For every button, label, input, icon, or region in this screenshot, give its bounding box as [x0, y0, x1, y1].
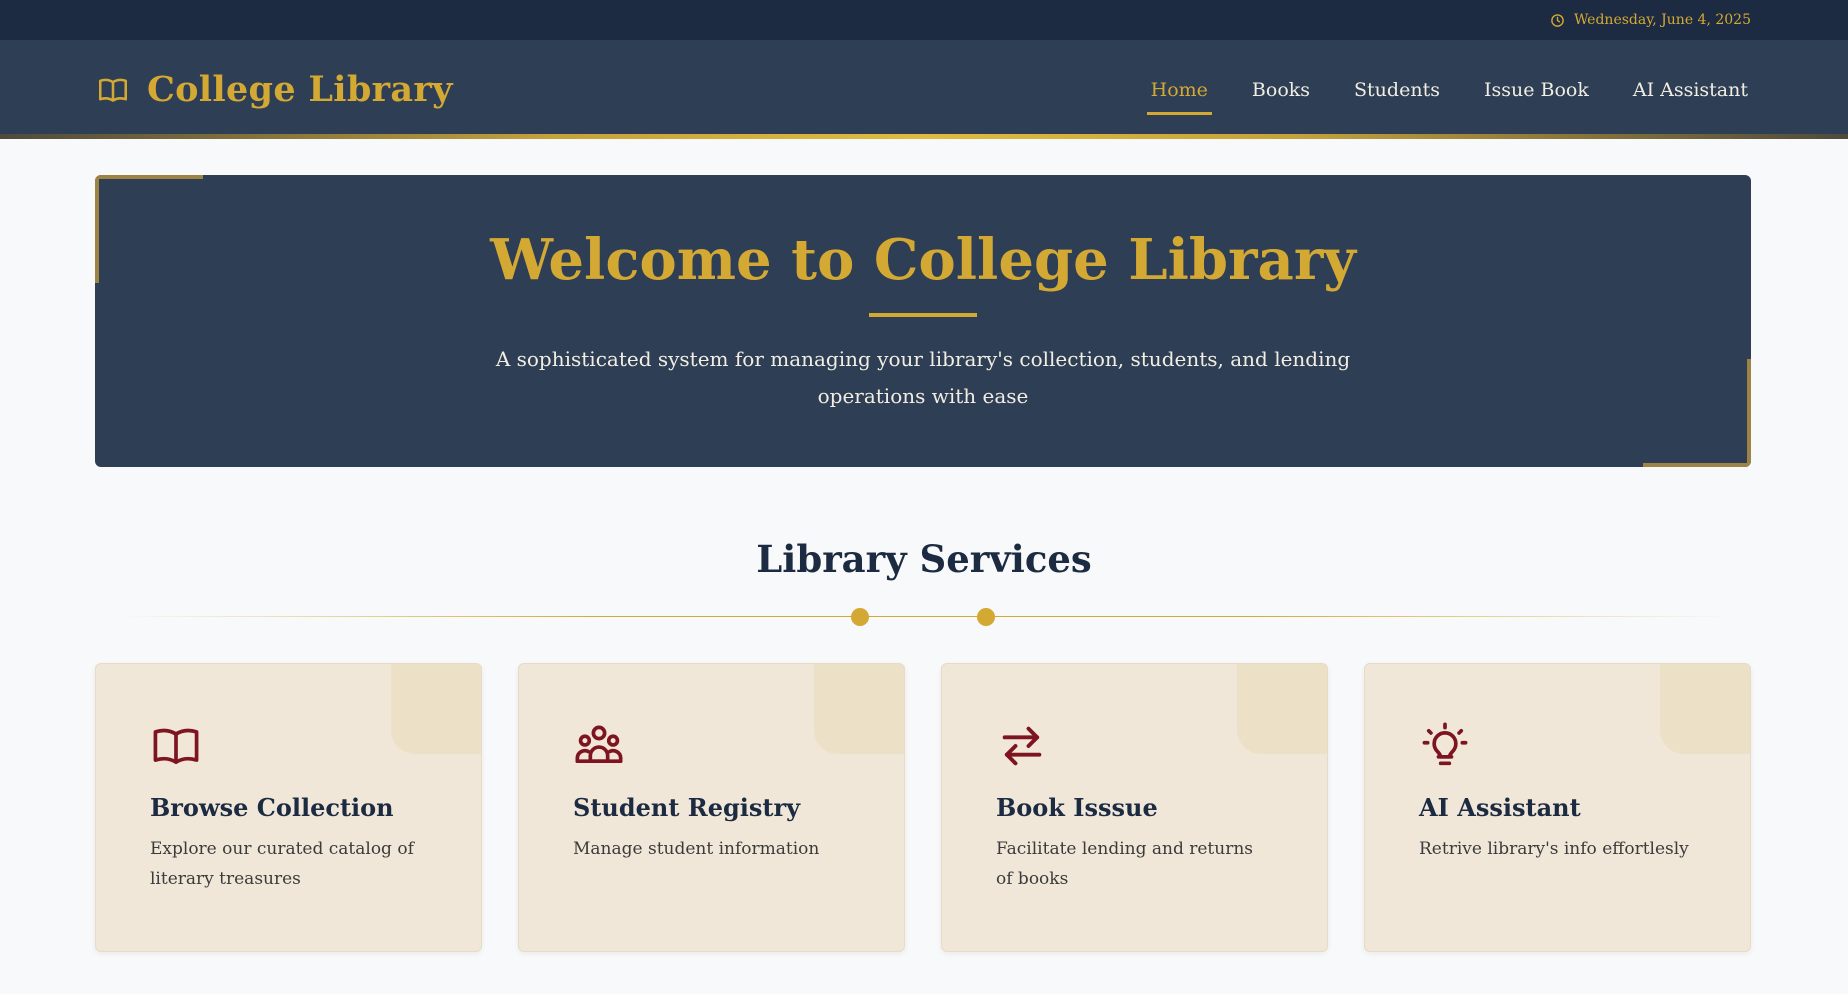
- top-bar: Wednesday, June 4, 2025: [0, 0, 1848, 40]
- book-icon: [98, 78, 128, 102]
- card-description: Manage student information: [573, 839, 820, 859]
- card-title: AI Assistant: [1419, 793, 1581, 822]
- services-divider: [120, 606, 1728, 628]
- card-description: Explore our curated catalog of literary …: [150, 839, 414, 889]
- card-ai-assistant[interactable]: AI Assistant Retrive library's info effo…: [1364, 663, 1751, 952]
- card-corner-accent: [814, 664, 904, 754]
- hero-corner-accent: [1747, 359, 1751, 467]
- services-title: Library Services: [756, 537, 1092, 581]
- card-description: Facilitate lending and returns of books: [996, 839, 1254, 889]
- hero-corner-accent: [1643, 463, 1751, 467]
- brand[interactable]: College Library: [96, 69, 453, 110]
- hero-divider: [869, 313, 977, 317]
- main-navbar: College Library Home Books Students Issu…: [0, 40, 1848, 139]
- date-display: Wednesday, June 4, 2025: [1550, 12, 1751, 28]
- divider-line: [120, 616, 1728, 617]
- card-description: Retrive library's info effortlesly: [1419, 839, 1689, 859]
- clock-icon: [1551, 13, 1564, 27]
- nav-ai-assistant[interactable]: AI Assistant: [1611, 69, 1770, 111]
- hero-corner-accent: [95, 175, 99, 283]
- card-title: Student Registry: [573, 793, 801, 822]
- card-corner-accent: [1237, 664, 1327, 754]
- hero-subtitle: A sophisticated system for managing your…: [495, 347, 1351, 408]
- card-title: Book Isssue: [996, 793, 1158, 822]
- card-corner-accent: [391, 664, 481, 754]
- nav-home[interactable]: Home: [1129, 69, 1230, 115]
- divider-dot: [851, 608, 869, 626]
- lightbulb-icon: [1422, 722, 1468, 766]
- card-book-issue[interactable]: Book Isssue Facilitate lending and retur…: [941, 663, 1328, 952]
- hero-banner: Welcome to College Library A sophisticat…: [95, 175, 1751, 467]
- date-text: Wednesday, June 4, 2025: [1573, 12, 1751, 28]
- hero-corner-accent: [95, 175, 203, 179]
- users-icon: [575, 725, 623, 764]
- nav-books[interactable]: Books: [1230, 69, 1332, 111]
- hero-title: Welcome to College Library: [490, 227, 1356, 293]
- services-cards: Browse Collection Explore our curated ca…: [95, 663, 1751, 952]
- card-corner-accent: [1660, 664, 1750, 754]
- book-open-icon: [153, 728, 199, 765]
- card-title: Browse Collection: [150, 793, 394, 822]
- card-browse-collection[interactable]: Browse Collection Explore our curated ca…: [95, 663, 482, 952]
- nav-students[interactable]: Students: [1332, 69, 1462, 111]
- arrows-exchange-icon: [1002, 726, 1042, 766]
- card-student-registry[interactable]: Student Registry Manage student informat…: [518, 663, 905, 952]
- brand-title: College Library: [147, 69, 453, 110]
- nav-issue-book[interactable]: Issue Book: [1462, 69, 1611, 111]
- divider-dot: [977, 608, 995, 626]
- primary-nav: Home Books Students Issue Book AI Assist…: [1129, 69, 1770, 115]
